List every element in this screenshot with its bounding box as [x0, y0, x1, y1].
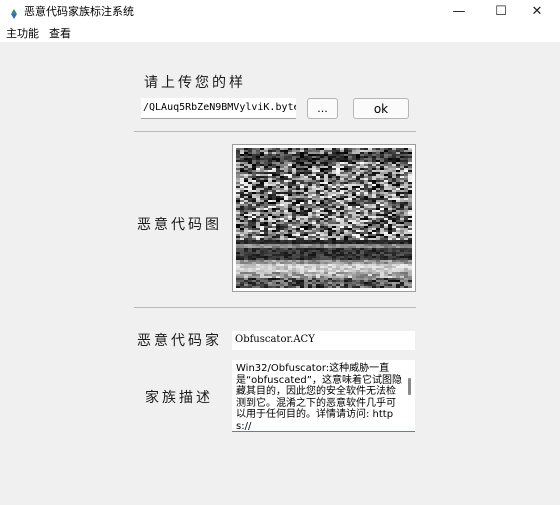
menu-bar: 主功能 查看 — [0, 22, 560, 42]
maximize-icon: ☐ — [495, 3, 507, 19]
menu-view[interactable]: 查看 — [49, 25, 71, 41]
description-scrollbar[interactable] — [408, 378, 411, 395]
minimize-icon: — — [452, 3, 466, 19]
description-textarea[interactable]: Win32/Obfuscator:这种威胁一直是“obfuscated”，这意味… — [232, 360, 415, 432]
app-icon — [8, 5, 20, 19]
description-text: Win32/Obfuscator:这种威胁一直是“obfuscated”，这意味… — [236, 363, 402, 432]
upload-label: 请上传您的样 — [144, 75, 246, 91]
family-field[interactable]: Obfuscator.ACY — [232, 331, 415, 350]
close-icon: ✕ — [531, 3, 543, 19]
window-title: 恶意代码家族标注系统 — [24, 5, 134, 18]
malware-image-frame — [232, 144, 416, 292]
ok-button[interactable]: ok — [353, 98, 409, 119]
divider — [134, 307, 416, 308]
browse-button[interactable]: ... — [307, 98, 338, 119]
family-label: 恶意代码家 — [137, 333, 222, 349]
malware-image-label: 恶意代码图 — [137, 217, 222, 233]
file-path-field[interactable]: /QLAuq5RbZeN9BMVylviK.bytes — [141, 98, 296, 119]
close-button[interactable]: ✕ — [514, 0, 560, 22]
title-bar: 恶意代码家族标注系统 — ☐ ✕ — [0, 0, 560, 22]
malware-grayscale-image — [236, 148, 412, 288]
menu-main-function[interactable]: 主功能 — [6, 25, 39, 41]
minimize-button[interactable]: — — [436, 0, 482, 22]
divider — [134, 131, 416, 132]
description-label: 家族描述 — [145, 390, 213, 406]
